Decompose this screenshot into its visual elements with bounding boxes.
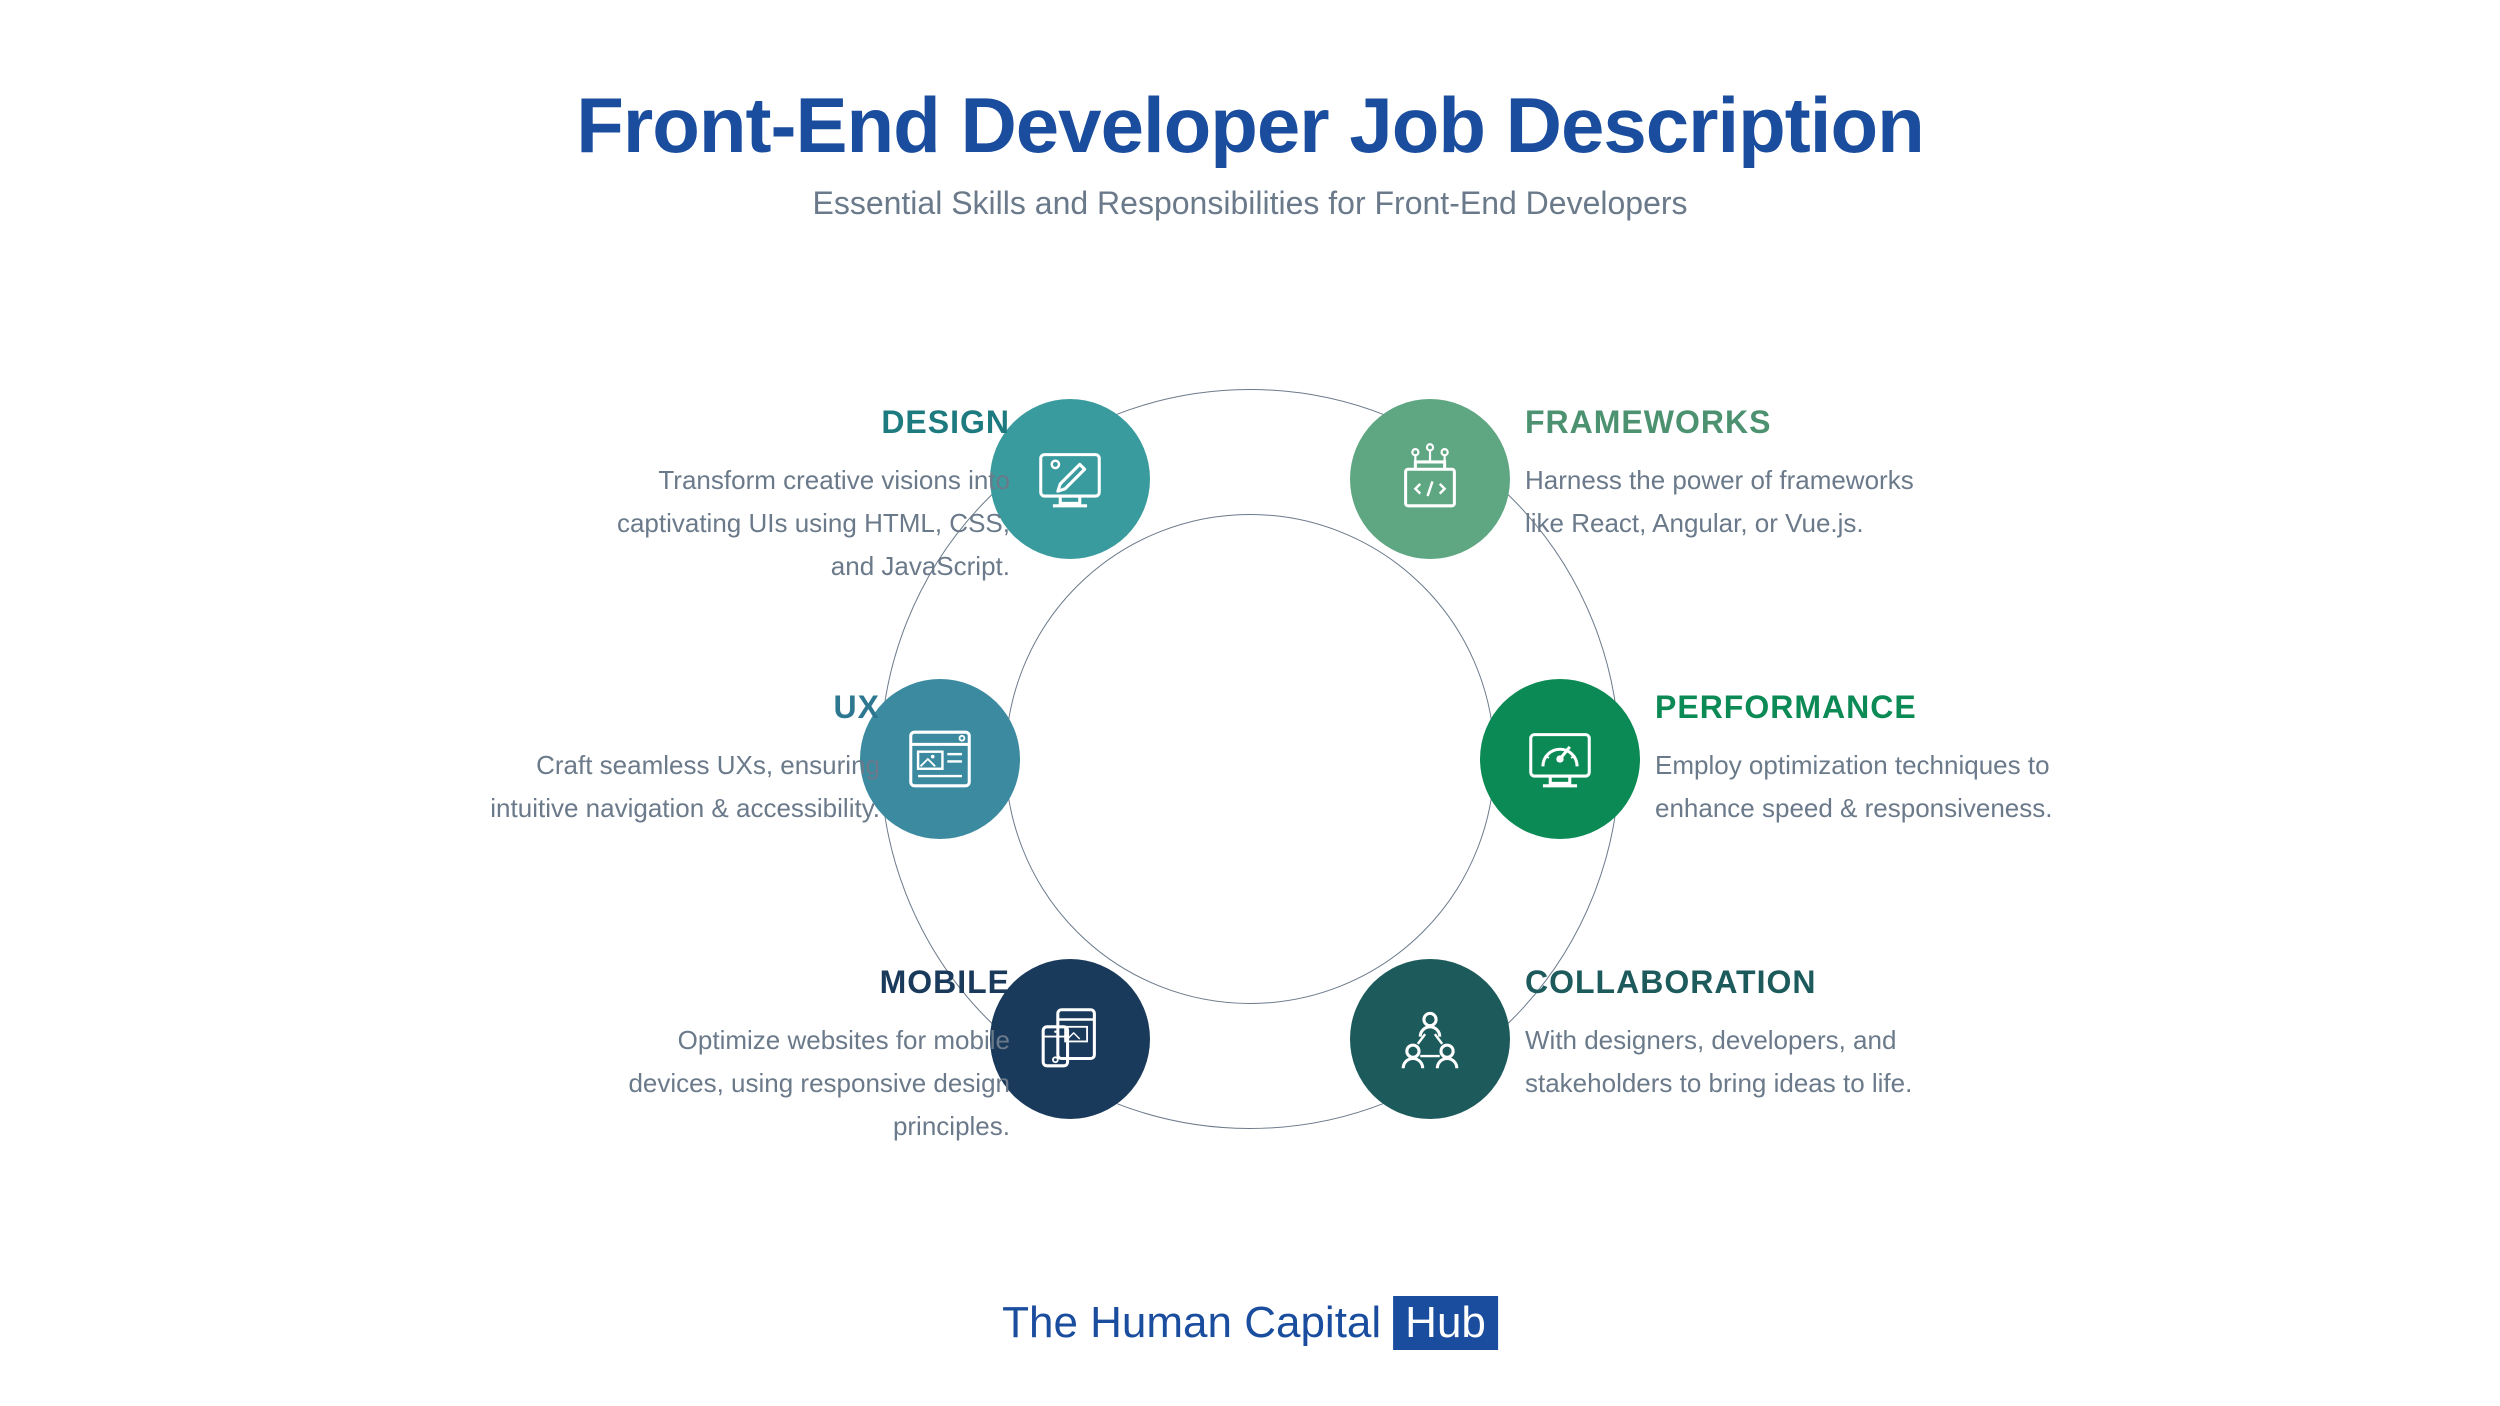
- people-network-icon: [1391, 1000, 1469, 1078]
- node-performance: [1480, 679, 1640, 839]
- block-collaboration: COLLABORATION With designers, developers,…: [1525, 964, 1955, 1105]
- block-title-collaboration: COLLABORATION: [1525, 964, 1955, 1001]
- block-performance: PERFORMANCE Employ optimization technique…: [1655, 689, 2085, 830]
- node-design: [990, 399, 1150, 559]
- block-mobile: MOBILE Optimize websites for mobile devic…: [580, 964, 1010, 1148]
- block-desc-mobile: Optimize websites for mobile devices, us…: [580, 1019, 1010, 1148]
- block-title-ux: UX: [450, 689, 880, 726]
- inner-ring: [1005, 514, 1495, 1004]
- circular-diagram: DESIGN Transform creative visions into ca…: [350, 349, 2150, 1169]
- block-title-design: DESIGN: [580, 404, 1010, 441]
- block-desc-design: Transform creative visions into captivat…: [580, 459, 1010, 588]
- page-title: Front-End Developer Job Description: [0, 80, 2500, 171]
- block-ux: UX Craft seamless UXs, ensuring intuitive…: [450, 689, 880, 830]
- browser-layout-icon: [901, 720, 979, 798]
- block-design: DESIGN Transform creative visions into ca…: [580, 404, 1010, 588]
- gauge-monitor-icon: [1521, 720, 1599, 798]
- footer-suffix: Hub: [1393, 1296, 1498, 1350]
- footer-prefix: The Human Capital: [1002, 1298, 1381, 1348]
- block-desc-performance: Employ optimization techniques to enhanc…: [1655, 744, 2085, 830]
- page-subtitle: Essential Skills and Responsibilities fo…: [0, 185, 2500, 222]
- node-mobile: [990, 959, 1150, 1119]
- footer-logo: The Human Capital Hub: [1002, 1296, 1498, 1350]
- code-toolbox-icon: [1391, 440, 1469, 518]
- block-title-mobile: MOBILE: [580, 964, 1010, 1001]
- block-desc-collaboration: With designers, developers, and stakehol…: [1525, 1019, 1955, 1105]
- block-desc-frameworks: Harness the power of frameworks like Rea…: [1525, 459, 1955, 545]
- block-title-performance: PERFORMANCE: [1655, 689, 2085, 726]
- block-frameworks: FRAMEWORKS Harness the power of framework…: [1525, 404, 1955, 545]
- header: Front-End Developer Job Description Esse…: [0, 0, 2500, 222]
- node-collaboration: [1350, 959, 1510, 1119]
- node-ux: [860, 679, 1020, 839]
- block-title-frameworks: FRAMEWORKS: [1525, 404, 1955, 441]
- mobile-tablet-icon: [1031, 1000, 1109, 1078]
- design-monitor-icon: [1031, 440, 1109, 518]
- node-frameworks: [1350, 399, 1510, 559]
- block-desc-ux: Craft seamless UXs, ensuring intuitive n…: [450, 744, 880, 830]
